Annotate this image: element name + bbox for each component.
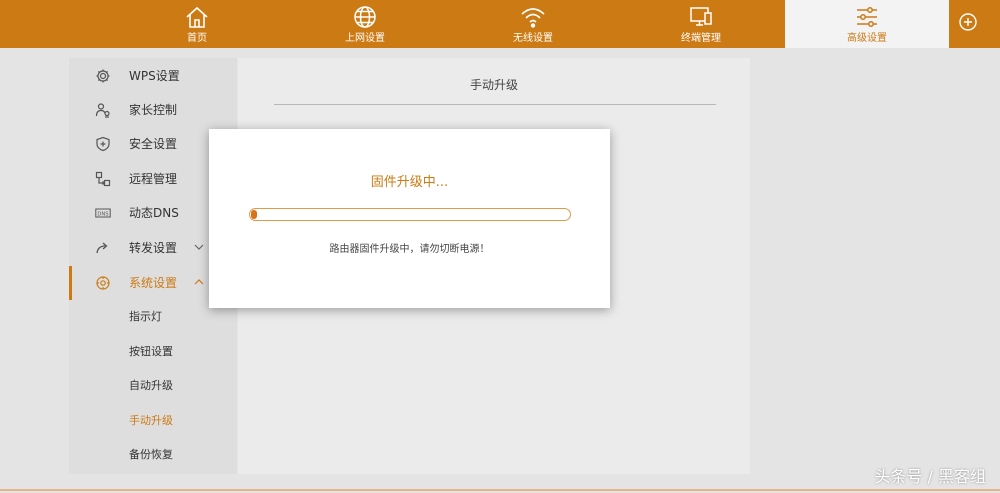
home-icon [184, 4, 210, 30]
plus-circle-icon [959, 13, 977, 31]
title-divider [274, 104, 716, 105]
chevron-up-icon[interactable] [193, 276, 205, 288]
forward-icon [95, 240, 111, 256]
page-title: 手动升级 [469, 78, 518, 92]
parent-icon [95, 102, 111, 118]
shield-icon [95, 136, 111, 152]
sidebar-subitem-manual-upgrade[interactable]: 手动升级 [69, 404, 237, 438]
sidebar-item-label: 系统设置 [129, 276, 178, 290]
active-indicator [69, 266, 72, 300]
system-icon [95, 275, 111, 291]
sidebar-subitem-button-settings[interactable]: 按钮设置 [69, 335, 237, 369]
dialog-message: 路由器固件升级中，请勿切断电源！ [329, 244, 490, 255]
sidebar-subitem-label: 手动升级 [129, 414, 173, 427]
sidebar-item-wps[interactable]: WPS设置 [69, 59, 237, 93]
sidebar-item-label: WPS设置 [129, 69, 180, 83]
sidebar-subitem-label: 备份恢复 [129, 448, 173, 461]
watermark: 头条号 / 黑客组 [874, 467, 986, 486]
sidebar-item-label: 远程管理 [129, 172, 178, 186]
nav-more[interactable] [950, 0, 1000, 48]
nav-home-label: 首页 [187, 33, 207, 44]
chevron-down-icon[interactable] [193, 241, 205, 253]
wifi-icon [520, 4, 546, 30]
nav-home[interactable]: 首页 [113, 0, 281, 48]
nav-internet-label: 上网设置 [345, 33, 385, 44]
sidebar-subitem-label: 指示灯 [129, 310, 162, 323]
footer-divider [0, 489, 1000, 491]
dialog-title: 固件升级中... [370, 175, 449, 190]
devices-icon [688, 4, 714, 30]
upgrade-dialog: 固件升级中... 路由器固件升级中，请勿切断电源！ [209, 129, 610, 308]
nav-terminal-management[interactable]: 终端管理 [617, 0, 785, 48]
sidebar-subitem-backup-restore[interactable]: 备份恢复 [69, 438, 237, 472]
nav-internet-settings[interactable]: 上网设置 [281, 0, 449, 48]
remote-icon [95, 171, 111, 187]
nav-terminal-label: 终端管理 [681, 33, 721, 44]
sliders-icon [854, 4, 880, 30]
sidebar-item-label: 动态DNS [129, 206, 179, 220]
dns-icon: DNS [95, 205, 111, 221]
sidebar-item-parental-control[interactable]: 家长控制 [69, 93, 237, 127]
nav-wireless-label: 无线设置 [513, 33, 553, 44]
svg-text:DNS: DNS [97, 211, 108, 217]
gear-icon [95, 68, 111, 84]
sidebar-item-label: 家长控制 [129, 103, 178, 117]
progress-fill [251, 210, 257, 219]
nav-advanced-label: 高级设置 [847, 33, 887, 44]
sidebar-subitem-auto-upgrade[interactable]: 自动升级 [69, 369, 237, 403]
nav-wireless-settings[interactable]: 无线设置 [449, 0, 617, 48]
top-navigation: 首页 上网设置 无线设置 终端管理 高级设置 [0, 0, 1000, 48]
globe-icon [352, 4, 378, 30]
sidebar-subitem-label: 按钮设置 [129, 345, 173, 358]
nav-advanced-settings[interactable]: 高级设置 [785, 0, 949, 48]
sidebar-item-label: 安全设置 [129, 137, 178, 151]
sidebar-subitem-label: 自动升级 [129, 379, 173, 392]
upgrade-progress-bar [249, 208, 571, 221]
sidebar-item-label: 转发设置 [129, 241, 178, 255]
